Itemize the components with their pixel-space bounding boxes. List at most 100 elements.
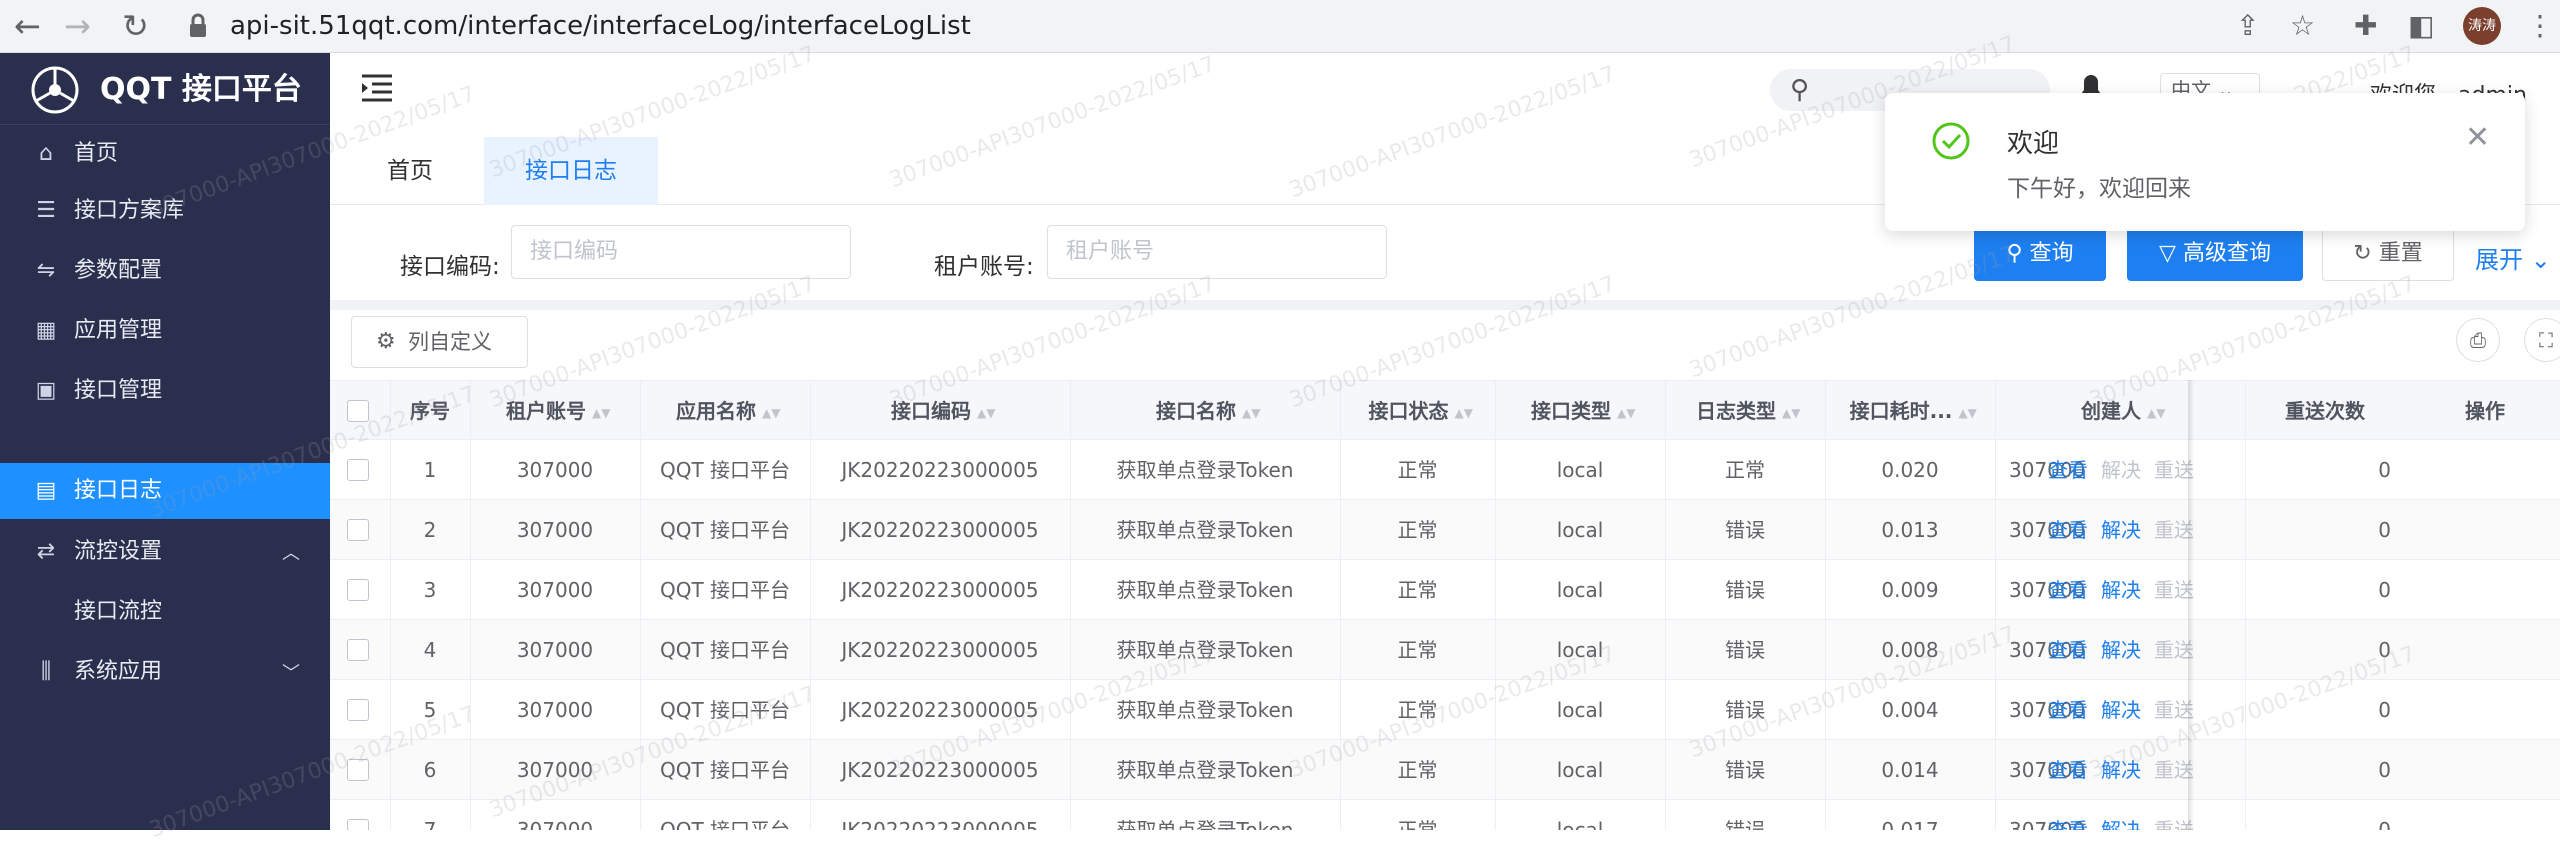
table-row[interactable]: 3 307000 QQT 接口平台 JK20220223000005 获取单点登录Tok… xyxy=(330,560,2560,620)
cell-code: JK20220223000005 xyxy=(841,698,1039,722)
resolve-link[interactable]: 解决 xyxy=(2101,560,2141,620)
menu-collapse-icon[interactable] xyxy=(360,73,394,103)
side-panel-icon[interactable]: ◧ xyxy=(2408,10,2434,42)
sidebar-item-scheme-library[interactable]: ☰ 接口方案库 xyxy=(0,183,330,239)
cell-status: 正常 xyxy=(1397,518,1438,542)
cell-log-type: 错误 xyxy=(1725,578,1765,602)
table-row[interactable]: 4 307000 QQT 接口平台 JK20220223000005 获取单点登录Tok… xyxy=(330,620,2560,680)
query-button[interactable]: ⚲ 查询 xyxy=(1974,227,2106,281)
row-checkbox[interactable] xyxy=(347,819,369,830)
col-app[interactable]: 应用名称 ▲▼ xyxy=(640,381,810,441)
table-row[interactable]: 1 307000 QQT 接口平台 JK20220223000005 获取单点登录Tok… xyxy=(330,440,2560,500)
sort-icon[interactable]: ▲▼ xyxy=(1242,407,1260,419)
print-icon[interactable]: ⎙ xyxy=(2456,318,2500,362)
cell-status: 正常 xyxy=(1397,458,1438,482)
row-checkbox[interactable] xyxy=(347,579,369,601)
sort-icon[interactable]: ▲▼ xyxy=(762,407,780,419)
row-checkbox[interactable] xyxy=(347,759,369,781)
row-checkbox[interactable] xyxy=(347,459,369,481)
address-bar[interactable]: api-sit.51qqt.com/interface/interfaceLog… xyxy=(230,8,971,44)
col-tenant[interactable]: 租户账号 ▲▼ xyxy=(470,381,640,441)
sidebar: QQT 接口平台 ⌂ 首页 ☰ 接口方案库 ⇋ 参数配置 ▦ 应用管理 ▣ 接口管理 ▤ 接… xyxy=(0,53,330,830)
sidebar-item-app-management[interactable]: ▦ 应用管理 xyxy=(0,303,330,359)
resolve-link[interactable]: 解决 xyxy=(2101,500,2141,560)
row-checkbox[interactable] xyxy=(347,699,369,721)
cell-name: 获取单点登录Token xyxy=(1116,758,1294,782)
view-link[interactable]: 查看 xyxy=(2048,620,2088,680)
cell-cost: 0.013 xyxy=(1881,518,1939,542)
sidebar-item-system-apps[interactable]: ⫼ 系统应用 ﹀ xyxy=(0,644,330,700)
fullscreen-icon[interactable]: ⛶ xyxy=(2524,318,2560,362)
cell-code: JK20220223000005 xyxy=(841,758,1039,782)
sidebar-item-interface-management[interactable]: ▣ 接口管理 xyxy=(0,363,330,419)
table-row[interactable]: 7 307000 QQT 接口平台 JK20220223000005 获取单点登录Tok… xyxy=(330,800,2560,830)
chevron-down-icon: ﹀ xyxy=(282,663,300,684)
profile-avatar[interactable]: 涛涛 xyxy=(2463,7,2501,45)
share-icon[interactable]: ⇪ xyxy=(2236,10,2259,42)
sort-icon[interactable]: ▲▼ xyxy=(2147,407,2165,419)
table-row[interactable]: 6 307000 QQT 接口平台 JK20220223000005 获取单点登录Tok… xyxy=(330,740,2560,800)
resolve-link[interactable]: 解决 xyxy=(2101,680,2141,740)
row-checkbox[interactable] xyxy=(347,519,369,541)
view-link[interactable]: 查看 xyxy=(2048,680,2088,740)
sidebar-item-flow-control[interactable]: ⇄ 流控设置 ︿ xyxy=(0,524,330,580)
sort-icon[interactable]: ▲▼ xyxy=(1782,407,1800,419)
col-cost[interactable]: 接口耗时... ▲▼ xyxy=(1825,381,1995,441)
sort-icon[interactable]: ▲▼ xyxy=(977,407,995,419)
view-link[interactable]: 查看 xyxy=(2048,740,2088,800)
sidebar-item-params[interactable]: ⇋ 参数配置 xyxy=(0,243,330,299)
reset-button[interactable]: ↻ 重置 xyxy=(2322,227,2454,281)
cell-app: QQT 接口平台 xyxy=(659,818,791,830)
select-all-checkbox[interactable] xyxy=(347,400,369,422)
table-row[interactable]: 5 307000 QQT 接口平台 JK20220223000005 获取单点登录Tok… xyxy=(330,680,2560,740)
col-log-type[interactable]: 日志类型 ▲▼ xyxy=(1665,381,1825,441)
view-link[interactable]: 查看 xyxy=(2048,500,2088,560)
sort-icon[interactable]: ▲▼ xyxy=(1617,407,1635,419)
app-title: QQT 接口平台 xyxy=(100,72,302,107)
col-creator[interactable]: 创建人 ▲▼ xyxy=(1995,381,2245,441)
expand-toggle[interactable]: 展开 ⌄ xyxy=(2475,240,2551,275)
cell-code: JK20220223000005 xyxy=(841,458,1039,482)
col-code[interactable]: 接口编码 ▲▼ xyxy=(810,381,1070,441)
view-link[interactable]: 查看 xyxy=(2048,800,2088,830)
view-link[interactable]: 查看 xyxy=(2048,440,2088,500)
forward-icon[interactable]: → xyxy=(64,8,91,44)
resolve-link[interactable]: 解决 xyxy=(2101,620,2141,680)
welcome-notification: 欢迎 下午好，欢迎回来 ✕ xyxy=(1885,93,2525,231)
logo-icon xyxy=(31,66,79,114)
sidebar-item-interface-flow[interactable]: 接口流控 xyxy=(0,584,330,640)
advanced-query-button[interactable]: ▽ 高级查询 xyxy=(2127,227,2303,281)
sort-icon[interactable]: ▲▼ xyxy=(1958,407,1976,419)
cell-status: 正常 xyxy=(1397,698,1438,722)
row-checkbox[interactable] xyxy=(347,639,369,661)
sort-icon[interactable]: ▲▼ xyxy=(1455,407,1473,419)
resolve-link[interactable]: 解决 xyxy=(2101,800,2141,830)
col-no: 序号 xyxy=(410,399,450,423)
col-name[interactable]: 接口名称 ▲▼ xyxy=(1070,381,1340,441)
view-link[interactable]: 查看 xyxy=(2048,560,2088,620)
sidebar-item-interface-log[interactable]: ▤ 接口日志 xyxy=(0,463,330,519)
column-custom-button[interactable]: ⚙ 列自定义 xyxy=(351,316,528,368)
cell-code: JK20220223000005 xyxy=(841,578,1039,602)
cell-cost: 0.008 xyxy=(1881,638,1939,662)
tab-interface-log[interactable]: 接口日志 xyxy=(484,137,658,205)
extensions-icon[interactable]: ✚ xyxy=(2354,10,2377,42)
reload-icon[interactable]: ↻ xyxy=(122,8,149,44)
back-icon[interactable]: ← xyxy=(14,8,41,44)
tab-home[interactable]: 首页 xyxy=(330,137,490,205)
sort-icon[interactable]: ▲▼ xyxy=(592,407,610,419)
code-input[interactable]: 接口编码 xyxy=(511,225,851,279)
col-type[interactable]: 接口类型 ▲▼ xyxy=(1495,381,1665,441)
cell-status: 正常 xyxy=(1397,818,1438,830)
resolve-link[interactable]: 解决 xyxy=(2101,740,2141,800)
tenant-input[interactable]: 租户账号 xyxy=(1047,225,1387,279)
close-icon[interactable]: ✕ xyxy=(2465,123,2490,153)
more-menu-icon[interactable]: ⋮ xyxy=(2526,10,2554,42)
col-status[interactable]: 接口状态 ▲▼ xyxy=(1340,381,1495,441)
bookmark-star-icon[interactable]: ☆ xyxy=(2290,10,2315,42)
sidebar-item-home[interactable]: ⌂ 首页 xyxy=(0,126,330,182)
home-icon: ⌂ xyxy=(39,141,53,166)
lock-icon[interactable] xyxy=(187,12,209,40)
app-logo[interactable]: QQT 接口平台 xyxy=(0,53,330,125)
table-row[interactable]: 2 307000 QQT 接口平台 JK20220223000005 获取单点登录Tok… xyxy=(330,500,2560,560)
